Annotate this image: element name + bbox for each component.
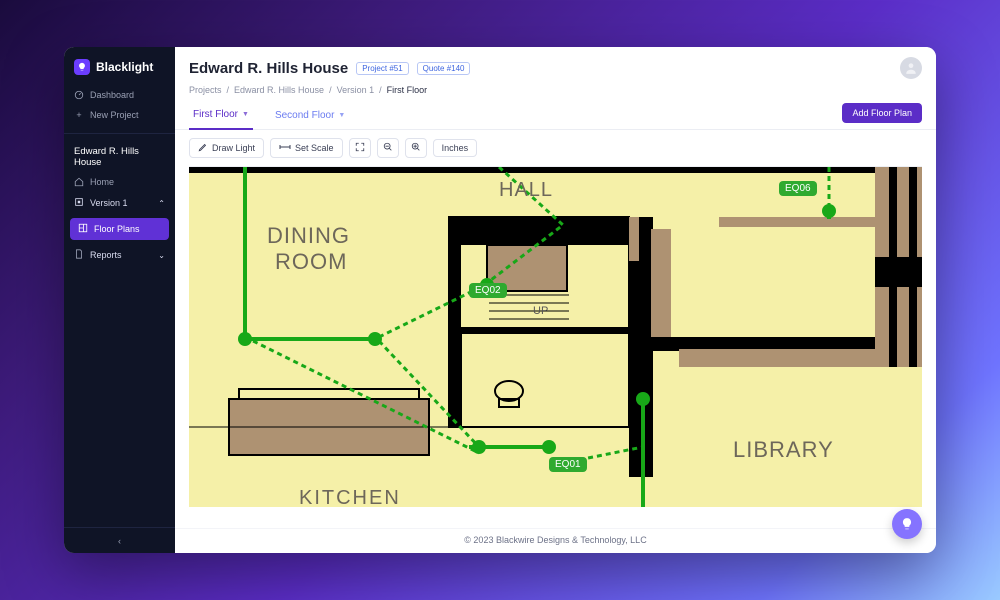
zoom-in-icon bbox=[411, 142, 421, 154]
stair-label-up: UP bbox=[533, 305, 548, 317]
chevron-left-icon: ‹ bbox=[118, 536, 121, 546]
pen-icon bbox=[198, 142, 208, 154]
chip-project[interactable]: Project #51 bbox=[356, 62, 408, 75]
tool-units[interactable]: Inches bbox=[433, 139, 478, 157]
crumb-current: First Floor bbox=[387, 85, 428, 95]
sidebar: Blacklight Dashboard + New Project Edwar… bbox=[64, 47, 175, 553]
help-fab[interactable] bbox=[892, 509, 922, 539]
caret-down-icon: ▼ bbox=[338, 112, 345, 119]
room-label-dining: DINING bbox=[267, 223, 350, 249]
brand-name: Blacklight bbox=[96, 60, 153, 74]
crumb-project[interactable]: Edward R. Hills House bbox=[234, 85, 324, 95]
crumb-projects[interactable]: Projects bbox=[189, 85, 222, 95]
dashboard-icon bbox=[74, 90, 84, 100]
room-label-kitchen: KITCHEN bbox=[299, 487, 401, 510]
nav-new-project[interactable]: + New Project bbox=[64, 105, 175, 125]
equipment-label-eq02[interactable]: EQ02 bbox=[469, 283, 507, 298]
equipment-label-eq06[interactable]: EQ06 bbox=[779, 181, 817, 196]
scale-icon bbox=[279, 142, 291, 154]
tool-fit[interactable] bbox=[349, 138, 371, 158]
home-icon bbox=[74, 177, 84, 187]
brand[interactable]: Blacklight bbox=[64, 47, 175, 85]
nav-dashboard[interactable]: Dashboard bbox=[64, 85, 175, 105]
page-title: Edward R. Hills House bbox=[189, 60, 348, 77]
room-label-dining2: ROOM bbox=[275, 249, 347, 275]
nav-version[interactable]: Version 1 ⌃ bbox=[64, 192, 175, 214]
reports-icon bbox=[74, 249, 84, 261]
chevron-up-icon: ⌃ bbox=[158, 199, 165, 208]
breadcrumb: Projects / Edward R. Hills House / Versi… bbox=[175, 85, 936, 103]
chip-quote[interactable]: Quote #140 bbox=[417, 62, 471, 75]
tool-set-scale[interactable]: Set Scale bbox=[270, 138, 343, 158]
sidebar-project-name[interactable]: Edward R. Hills House bbox=[64, 142, 175, 172]
tool-zoom-out[interactable] bbox=[377, 138, 399, 158]
divider bbox=[64, 133, 175, 134]
tab-second-floor[interactable]: Second Floor ▼ bbox=[271, 104, 349, 129]
app-window: Blacklight Dashboard + New Project Edwar… bbox=[64, 47, 936, 553]
header: Edward R. Hills House Project #51 Quote … bbox=[175, 47, 936, 85]
expand-icon bbox=[355, 142, 365, 154]
plus-icon: + bbox=[74, 110, 84, 120]
tab-first-floor[interactable]: First Floor ▼ bbox=[189, 103, 253, 130]
nav-floor-plans[interactable]: Floor Plans bbox=[70, 218, 169, 240]
crumb-version[interactable]: Version 1 bbox=[337, 85, 375, 95]
tool-draw-light[interactable]: Draw Light bbox=[189, 138, 264, 158]
tool-zoom-in[interactable] bbox=[405, 138, 427, 158]
add-floor-plan-button[interactable]: Add Floor Plan bbox=[842, 103, 922, 123]
version-icon bbox=[74, 197, 84, 209]
chevron-down-icon: ⌄ bbox=[158, 251, 165, 260]
zoom-out-icon bbox=[383, 142, 393, 154]
room-label-hall: HALL bbox=[499, 179, 553, 202]
lightbulb-icon bbox=[900, 517, 914, 531]
equipment-label-eq01[interactable]: EQ01 bbox=[549, 457, 587, 472]
brand-logo-icon bbox=[74, 59, 90, 75]
avatar[interactable] bbox=[900, 57, 922, 79]
caret-down-icon: ▼ bbox=[242, 111, 249, 118]
footer-copyright: © 2023 Blackwire Designs & Technology, L… bbox=[175, 528, 936, 553]
nav-home[interactable]: Home bbox=[64, 172, 175, 192]
room-label-library: LIBRARY bbox=[733, 437, 834, 463]
tabs-row: First Floor ▼ Second Floor ▼ Add Floor P… bbox=[175, 103, 936, 130]
sidebar-collapse[interactable]: ‹ bbox=[64, 527, 175, 553]
floor-plan-canvas[interactable]: HALL DINING ROOM LIBRARY KITCHEN UP EQ02… bbox=[189, 166, 922, 528]
main-area: Edward R. Hills House Project #51 Quote … bbox=[175, 47, 936, 553]
nav-reports[interactable]: Reports ⌄ bbox=[64, 244, 175, 266]
toolbar: Draw Light Set Scale bbox=[175, 130, 936, 166]
floor-plan-icon bbox=[78, 223, 88, 235]
